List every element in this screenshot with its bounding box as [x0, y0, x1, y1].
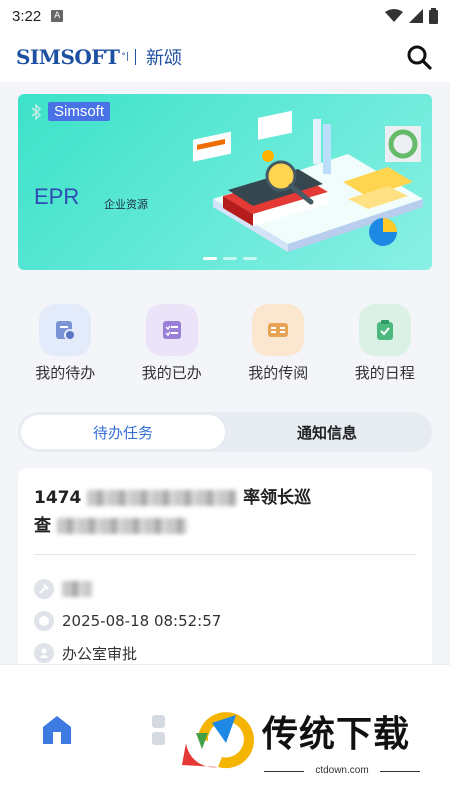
watermark-url: ctdown.com: [264, 765, 420, 776]
banner-subtitle: 企业资源: [104, 198, 148, 211]
quick-label: 我的已办: [141, 364, 202, 382]
quick-label: 我的日程: [354, 364, 415, 382]
todo-icon: [39, 304, 92, 356]
redacted-text: [62, 581, 92, 597]
quick-item-todo[interactable]: 我的待办: [20, 304, 110, 384]
done-list-icon: [145, 304, 198, 356]
task-title-fragment: 率领长巡: [243, 488, 312, 508]
notification-a-icon: A: [51, 10, 64, 22]
banner-title: EPR: [34, 184, 80, 209]
home-icon: [43, 716, 71, 744]
task-card[interactable]: 1474 率领长巡 查 2025-08-18 08:52:57 办公室审批: [18, 468, 432, 678]
redacted-text: [56, 518, 187, 534]
quick-menu: 我的待办 我的已办 我的传阅 我的日程: [0, 304, 450, 384]
quick-label: 我的传阅: [248, 364, 309, 382]
status-time: 3:22: [12, 7, 42, 25]
banner-illustration: [193, 110, 423, 252]
promo-banner[interactable]: Simsoft EPR 企业资源: [18, 94, 432, 270]
battery-icon: [429, 8, 438, 24]
redacted-text: [87, 490, 238, 506]
logo-divider: [134, 49, 136, 65]
app-header: SIMSOFT °| 新颂: [0, 32, 450, 82]
task-id: 1474: [34, 488, 82, 508]
person-icon: [34, 643, 54, 663]
clock-icon: [34, 611, 54, 631]
tab-notifications[interactable]: 通知信息: [225, 415, 429, 449]
bottom-nav: 传统下载 ctdown.com: [0, 664, 450, 800]
task-title-line2: 查: [34, 516, 51, 536]
task-time-row: 2025-08-18 08:52:57: [34, 605, 416, 637]
logo-cn: 新颂: [145, 48, 182, 69]
task-department: 办公室审批: [62, 644, 138, 663]
banner-dot[interactable]: [203, 257, 217, 260]
circulate-icon: [252, 304, 305, 356]
bluetooth-icon: [31, 104, 42, 120]
watermark-logo-icon: [182, 712, 254, 769]
logo-mark: °|: [121, 52, 129, 62]
watermark-text: 传统下载: [262, 714, 411, 755]
card-divider: [34, 554, 416, 555]
status-icons: [385, 8, 438, 24]
logo-text: SIMSOFT: [16, 45, 120, 69]
quick-item-circulate[interactable]: 我的传阅: [233, 304, 323, 384]
nav-home-button[interactable]: [40, 713, 74, 751]
search-icon: [407, 45, 432, 70]
site-watermark: 传统下载 ctdown.com: [178, 703, 428, 783]
search-button[interactable]: [404, 42, 434, 72]
status-bar: 3:22 A: [0, 0, 450, 32]
quick-label: 我的待办: [35, 364, 96, 382]
task-assignee-row: [34, 573, 416, 605]
tab-pending-tasks[interactable]: 待办任务: [21, 415, 225, 449]
schedule-icon: [358, 304, 411, 356]
wifi-icon: [385, 9, 403, 22]
signal-icon: [409, 9, 423, 23]
task-datetime: 2025-08-18 08:52:57: [62, 612, 222, 630]
user-tools-icon: [34, 579, 54, 599]
quick-item-done[interactable]: 我的已办: [127, 304, 217, 384]
task-tabs: 待办任务 通知信息: [18, 412, 432, 452]
banner-pagination: [203, 257, 257, 260]
banner-badge: Simsoft: [48, 102, 111, 121]
banner-dot[interactable]: [223, 257, 237, 260]
banner-dot[interactable]: [243, 257, 257, 260]
quick-item-schedule[interactable]: 我的日程: [340, 304, 430, 384]
task-title: 1474 率领长巡 查: [34, 484, 364, 540]
